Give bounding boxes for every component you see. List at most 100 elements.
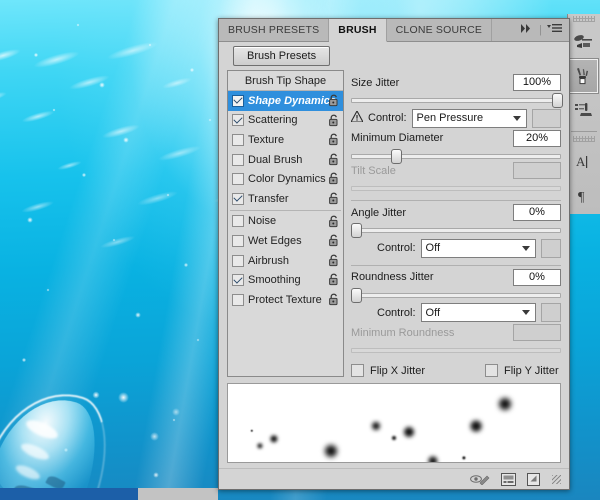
brush-pose-icon[interactable] bbox=[501, 472, 516, 486]
lock-open-icon[interactable] bbox=[328, 293, 340, 309]
header-divider: | bbox=[539, 24, 542, 36]
tab-clone-source[interactable]: CLONE SOURCE bbox=[386, 19, 493, 41]
size-jitter-label: Size Jitter bbox=[351, 76, 400, 89]
preview-brush-dot bbox=[257, 443, 263, 449]
option-label: Smoothing bbox=[248, 274, 301, 287]
brush-option-transfer[interactable]: Transfer bbox=[228, 189, 343, 209]
option-checkbox[interactable] bbox=[232, 192, 244, 205]
brush-option-wet-edges[interactable]: Wet Edges bbox=[228, 231, 343, 251]
dock-icon-clone-source[interactable] bbox=[568, 93, 598, 127]
option-checkbox[interactable] bbox=[232, 274, 244, 287]
preview-brush-dot bbox=[372, 422, 380, 430]
list-separator bbox=[230, 209, 341, 211]
warning-triangle-icon bbox=[350, 110, 364, 125]
dock-grip-2[interactable] bbox=[573, 136, 595, 142]
dock-icon-character[interactable]: A bbox=[568, 145, 598, 179]
lock-open-icon[interactable] bbox=[328, 114, 340, 130]
brush-option-shape-dynamics[interactable]: Shape Dynamics bbox=[228, 91, 343, 111]
brush-option-color-dynamics[interactable]: Color Dynamics bbox=[228, 169, 343, 189]
lock-open-icon[interactable] bbox=[328, 273, 340, 289]
brush-option-airbrush[interactable]: Airbrush bbox=[228, 251, 343, 271]
brush-panel: BRUSH PRESETS BRUSH CLONE SOURCE | Brush… bbox=[218, 18, 570, 490]
panel-menu-icon[interactable] bbox=[547, 24, 562, 36]
option-checkbox[interactable] bbox=[232, 234, 244, 247]
lock-open-icon[interactable] bbox=[328, 133, 340, 149]
angle-control-dropdown[interactable]: Off bbox=[420, 238, 536, 258]
tab-brush[interactable]: BRUSH bbox=[329, 19, 387, 42]
option-label: Protect Texture bbox=[248, 293, 322, 306]
dock-grip[interactable] bbox=[573, 16, 595, 22]
size-jitter-row: Size Jitter 100% bbox=[351, 74, 561, 91]
preview-brush-dot bbox=[392, 436, 396, 440]
roundness-control-label: Control: bbox=[377, 306, 416, 319]
brush-stroke-preview-wrap bbox=[219, 377, 569, 463]
svg-text:¶: ¶ bbox=[578, 190, 585, 204]
controls-separator-1 bbox=[351, 200, 561, 202]
size-control-row: Control: Pen Pressure bbox=[350, 108, 561, 128]
dock-icon-brush[interactable] bbox=[568, 59, 598, 93]
roundness-jitter-slider[interactable] bbox=[351, 287, 561, 303]
preview-brush-dot bbox=[499, 398, 511, 410]
angle-control-value: Off bbox=[425, 242, 441, 255]
bokeh-light bbox=[150, 432, 159, 441]
roundness-control-dropdown[interactable]: Off bbox=[420, 303, 536, 323]
lock-open-icon[interactable] bbox=[328, 94, 340, 110]
option-checkbox[interactable] bbox=[232, 173, 244, 186]
double-chevron-right-icon[interactable] bbox=[521, 24, 534, 36]
tab-filler bbox=[492, 19, 518, 41]
brush-option-noise[interactable]: Noise bbox=[228, 212, 343, 232]
lock-open-icon[interactable] bbox=[328, 254, 340, 270]
dock-icon-brush-presets[interactable] bbox=[568, 25, 598, 59]
chevron-down-icon bbox=[521, 245, 530, 251]
lock-open-icon[interactable] bbox=[328, 234, 340, 250]
option-checkbox[interactable] bbox=[232, 254, 244, 267]
option-checkbox[interactable] bbox=[232, 94, 244, 107]
svg-text:A: A bbox=[576, 154, 586, 169]
option-checkbox[interactable] bbox=[232, 293, 244, 306]
minimum-diameter-slider[interactable] bbox=[351, 148, 561, 164]
brush-presets-button[interactable]: Brush Presets bbox=[233, 46, 331, 66]
dock-separator bbox=[571, 131, 597, 132]
size-jitter-value[interactable]: 100% bbox=[513, 74, 561, 91]
flip-y-jitter-checkbox[interactable] bbox=[485, 364, 499, 378]
option-label: Transfer bbox=[248, 192, 289, 205]
lock-open-icon[interactable] bbox=[328, 192, 340, 208]
size-control-dropdown[interactable]: Pen Pressure bbox=[411, 108, 527, 128]
brush-option-texture[interactable]: Texture bbox=[228, 130, 343, 150]
panel-header-icons: | bbox=[517, 19, 569, 41]
flip-x-jitter-checkbox[interactable] bbox=[351, 364, 364, 378]
brush-tip-shape-header[interactable]: Brush Tip Shape bbox=[228, 71, 343, 91]
lock-open-icon[interactable] bbox=[328, 172, 340, 188]
brush-option-scattering[interactable]: Scattering bbox=[228, 111, 343, 131]
preview-brush-dot bbox=[250, 429, 254, 433]
option-label: Dual Brush bbox=[248, 153, 303, 166]
lock-open-icon[interactable] bbox=[328, 215, 340, 231]
tilt-scale-row: Tilt Scale bbox=[351, 162, 561, 180]
option-label: Wet Edges bbox=[248, 234, 302, 247]
tab-brush-presets[interactable]: BRUSH PRESETS bbox=[219, 19, 330, 41]
brush-stroke-preview[interactable] bbox=[227, 383, 561, 463]
resize-grip-icon[interactable] bbox=[552, 474, 561, 484]
roundness-control-value: Off bbox=[425, 306, 441, 319]
tab-label: BRUSH PRESETS bbox=[228, 24, 320, 36]
new-brush-icon[interactable] bbox=[527, 472, 540, 486]
chevron-down-icon bbox=[512, 115, 521, 121]
angle-jitter-value[interactable]: 0% bbox=[513, 204, 561, 222]
angle-jitter-slider[interactable] bbox=[351, 223, 561, 239]
option-checkbox[interactable] bbox=[232, 114, 244, 127]
brush-option-dual-brush[interactable]: Dual Brush bbox=[228, 150, 343, 170]
angle-control-trail-box bbox=[540, 238, 561, 258]
brush-option-protect-texture[interactable]: Protect Texture bbox=[228, 290, 343, 310]
option-checkbox[interactable] bbox=[232, 215, 244, 228]
tab-label: BRUSH bbox=[338, 24, 377, 36]
dock-icon-paragraph[interactable]: ¶ bbox=[568, 179, 598, 213]
option-checkbox[interactable] bbox=[232, 133, 244, 146]
brush-option-smoothing[interactable]: Smoothing bbox=[228, 270, 343, 290]
toggle-brush-preview-icon[interactable] bbox=[470, 473, 490, 485]
minimum-roundness-row: Minimum Roundness bbox=[351, 324, 561, 342]
roundness-jitter-value[interactable]: 0% bbox=[513, 268, 561, 286]
lock-open-icon[interactable] bbox=[328, 153, 340, 169]
minimum-diameter-value[interactable]: 20% bbox=[513, 129, 561, 147]
option-checkbox[interactable] bbox=[232, 153, 244, 166]
size-jitter-slider[interactable] bbox=[351, 93, 563, 108]
